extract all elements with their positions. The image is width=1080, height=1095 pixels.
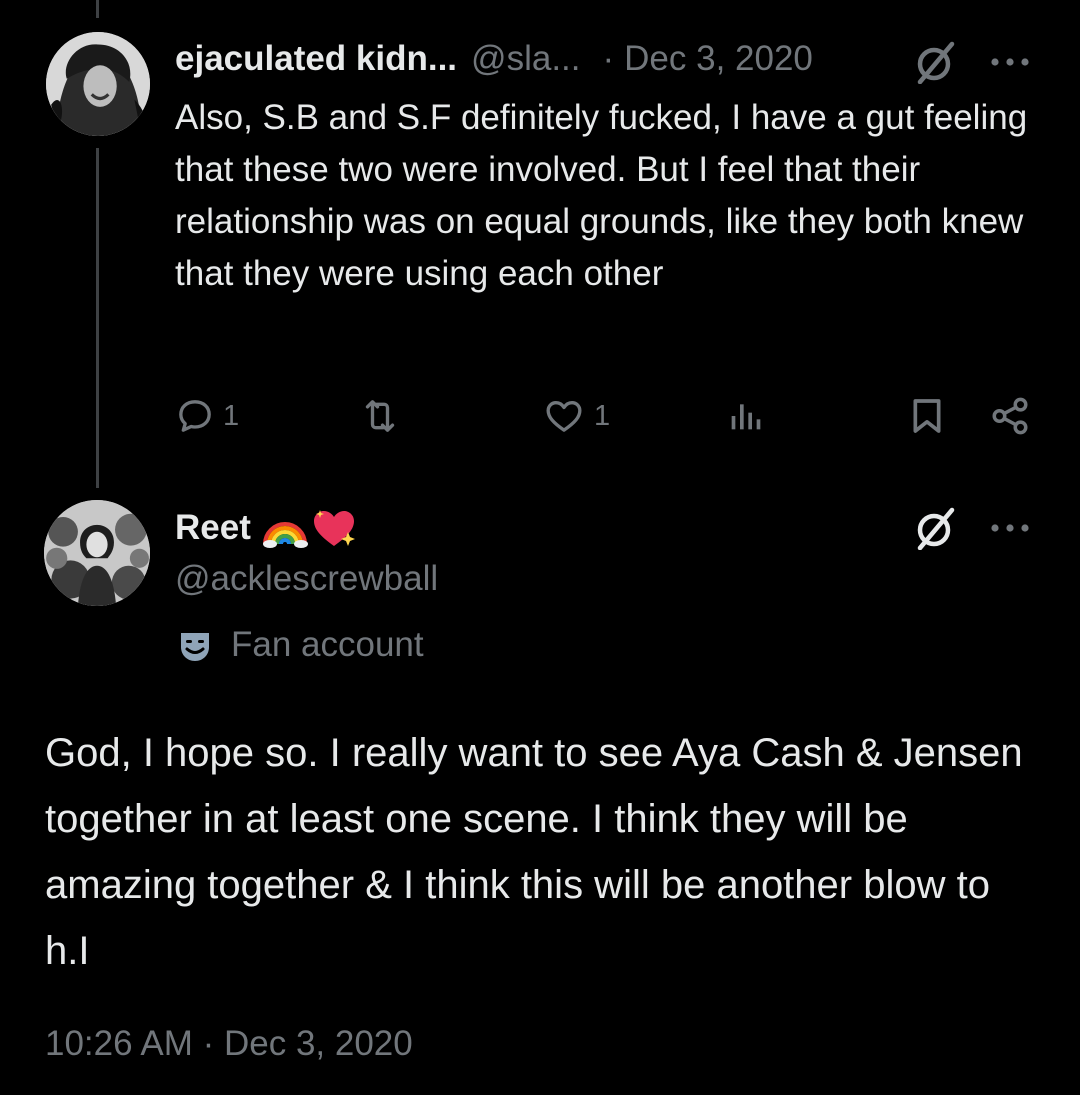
tweet-date[interactable]: Dec 3, 2020 xyxy=(624,39,813,78)
share-icon xyxy=(992,397,1028,435)
tweet-timestamp[interactable]: 10:26 AM · Dec 3, 2020 xyxy=(45,1016,413,1072)
views-button[interactable] xyxy=(725,392,773,440)
thread-line xyxy=(96,0,99,18)
author-name-text: Reet xyxy=(175,508,251,547)
thread-line xyxy=(96,148,99,488)
retweet-button[interactable] xyxy=(357,392,411,440)
reply-button[interactable]: 1 xyxy=(175,392,239,440)
reply-count: 1 xyxy=(223,399,240,432)
avatar[interactable] xyxy=(46,32,150,136)
grok-icon[interactable] xyxy=(912,40,960,85)
reply-icon xyxy=(179,400,211,432)
bookmark-button[interactable] xyxy=(907,392,947,440)
avatar[interactable] xyxy=(44,500,150,606)
author-handle[interactable]: @acklescrewball xyxy=(175,556,438,602)
like-count: 1 xyxy=(594,399,611,432)
author-handle[interactable]: @sla... xyxy=(471,39,580,78)
author-name[interactable]: ejaculated kidn... xyxy=(175,39,457,78)
more-options-icon[interactable] xyxy=(988,518,1032,538)
sparkling-heart-icon xyxy=(313,510,355,546)
tweet-text: God, I hope so. I really want to see Aya… xyxy=(45,731,1023,973)
rainbow-icon xyxy=(262,522,308,548)
theater-masks-icon xyxy=(181,633,209,661)
views-icon xyxy=(731,404,761,430)
heart-icon xyxy=(546,401,582,432)
retweet-icon xyxy=(365,400,395,432)
more-options-icon[interactable] xyxy=(988,52,1032,72)
share-button[interactable] xyxy=(989,392,1031,440)
like-button[interactable]: 1 xyxy=(542,392,610,440)
tweet-actions: 1 1 xyxy=(175,392,1035,442)
separator: · xyxy=(602,39,615,78)
tweet-text: Also, S.B and S.F definitely fucked, I h… xyxy=(175,98,1028,293)
bookmark-icon xyxy=(913,399,941,433)
account-label-text: Fan account xyxy=(231,625,424,664)
author-name[interactable]: Reet xyxy=(175,504,359,552)
grok-icon[interactable] xyxy=(912,506,960,551)
account-label[interactable]: Fan account xyxy=(175,622,424,668)
